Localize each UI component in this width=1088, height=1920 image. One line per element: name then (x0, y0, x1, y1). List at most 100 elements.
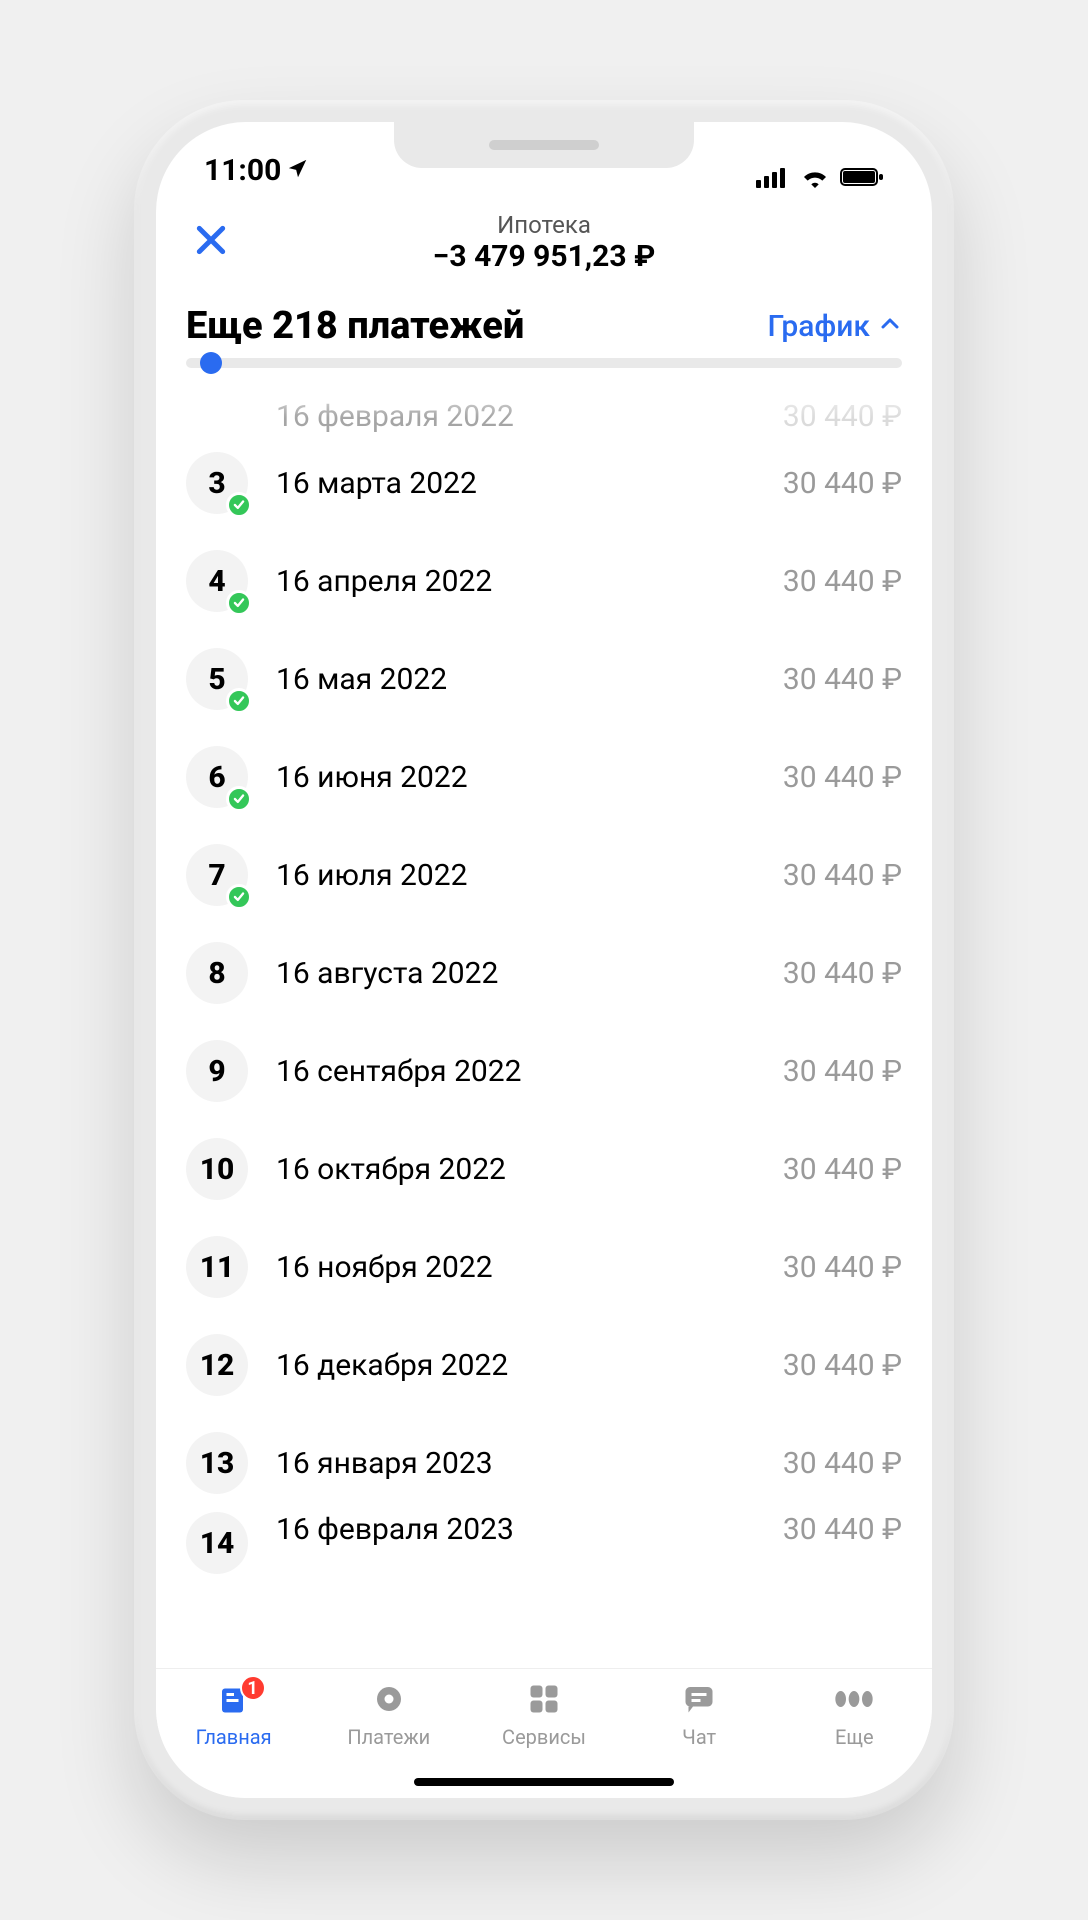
chevron-up-icon (878, 309, 902, 344)
home-indicator[interactable] (414, 1778, 674, 1786)
payment-amount: 30 440 ₽ (783, 1512, 902, 1547)
payment-number-badge: 14 (186, 1512, 248, 1574)
battery-icon (840, 166, 884, 188)
phone-screen: 11:00 (156, 122, 932, 1798)
summary-title: Еще 218 платежей (186, 304, 524, 348)
payment-row[interactable]: 216 февраля 202230 440 ₽ (156, 384, 932, 434)
tab-chat[interactable]: Чат (639, 1679, 759, 1749)
payment-row[interactable]: 11 16 ноября 202230 440 ₽ (156, 1218, 932, 1316)
payment-date: 16 июля 2022 (276, 858, 783, 893)
payment-row[interactable]: 10 16 октября 202230 440 ₽ (156, 1120, 932, 1218)
phone-frame: 11:00 (134, 100, 954, 1820)
payment-date: 16 октября 2022 (276, 1152, 783, 1187)
tab-label: Главная (196, 1725, 272, 1749)
payment-row[interactable]: 8 16 августа 202230 440 ₽ (156, 924, 932, 1022)
payment-row[interactable]: 7 16 июля 202230 440 ₽ (156, 826, 932, 924)
payment-amount: 30 440 ₽ (783, 956, 902, 991)
payment-date: 16 февраля 2023 (276, 1512, 783, 1547)
tab-label: Сервисы (502, 1725, 586, 1749)
progress-bar[interactable] (156, 358, 932, 378)
check-icon (226, 786, 252, 812)
payment-row[interactable]: 4 16 апреля 202230 440 ₽ (156, 532, 932, 630)
payment-row[interactable]: 14 16 февраля 202330 440 ₽ (156, 1512, 932, 1574)
payments-icon (369, 1679, 409, 1719)
location-icon (287, 153, 309, 188)
payment-number-badge: 10 (186, 1138, 248, 1200)
payment-amount: 30 440 ₽ (783, 466, 902, 501)
payment-date: 16 мая 2022 (276, 662, 783, 697)
tab-bar: Главная1ПлатежиСервисыЧатЕще (156, 1668, 932, 1798)
payment-number: 6 (208, 760, 225, 795)
payment-number-badge: 4 (186, 550, 248, 612)
status-bar: 11:00 (156, 122, 932, 192)
payment-number-badge: 9 (186, 1040, 248, 1102)
payment-date: 16 марта 2022 (276, 466, 783, 501)
payment-date: 16 ноября 2022 (276, 1250, 783, 1285)
payment-number-badge: 12 (186, 1334, 248, 1396)
chart-toggle-label: График (768, 309, 871, 344)
payment-amount: 30 440 ₽ (783, 399, 902, 434)
tab-badge: 1 (240, 1675, 266, 1701)
payment-row[interactable]: 916 сентября 202230 440 ₽ (156, 1022, 932, 1120)
close-button[interactable] (186, 217, 236, 267)
header-balance: −3 479 951,23 ₽ (156, 239, 932, 274)
check-icon (226, 688, 252, 714)
status-time: 11:00 (204, 153, 281, 188)
tab-services[interactable]: Сервисы (484, 1679, 604, 1749)
payment-row[interactable]: 12 16 декабря 202230 440 ₽ (156, 1316, 932, 1414)
payment-date: 16 апреля 2022 (276, 564, 783, 599)
nav-header: Ипотека −3 479 951,23 ₽ (156, 192, 932, 292)
wifi-icon (800, 166, 830, 188)
payment-date: 16 сентября 2022 (276, 1054, 783, 1089)
summary-row: Еще 218 платежей График (156, 292, 932, 358)
payment-number-badge: 8 (186, 942, 248, 1004)
payment-amount: 30 440 ₽ (783, 662, 902, 697)
payment-row[interactable]: 5 16 мая 202230 440 ₽ (156, 630, 932, 728)
payment-row[interactable]: 13 16 января 202330 440 ₽ (156, 1414, 932, 1512)
payment-row[interactable]: 3 16 марта 202230 440 ₽ (156, 434, 932, 532)
payment-amount: 30 440 ₽ (783, 858, 902, 893)
payment-number: 11 (200, 1250, 235, 1285)
payment-amount: 30 440 ₽ (783, 1348, 902, 1383)
payment-date: 16 августа 2022 (276, 956, 783, 991)
payment-row[interactable]: 6 16 июня 202230 440 ₽ (156, 728, 932, 826)
payment-number: 7 (208, 858, 225, 893)
payment-list[interactable]: 216 февраля 202230 440 ₽316 марта 202230… (156, 378, 932, 1668)
payment-amount: 30 440 ₽ (783, 1152, 902, 1187)
payment-number: 4 (208, 564, 225, 599)
more-icon (834, 1679, 874, 1719)
header-subtitle: Ипотека (156, 211, 932, 239)
tab-payments[interactable]: Платежи (329, 1679, 449, 1749)
services-icon (524, 1679, 564, 1719)
payment-number: 14 (200, 1526, 235, 1561)
payment-date: 16 февраля 2022 (276, 399, 783, 434)
payment-number-badge: 6 (186, 746, 248, 808)
check-icon (226, 590, 252, 616)
payment-amount: 30 440 ₽ (783, 1446, 902, 1481)
chat-icon (679, 1679, 719, 1719)
payment-number: 13 (200, 1446, 235, 1481)
check-icon (226, 492, 252, 518)
payment-number: 5 (208, 662, 225, 697)
close-icon (191, 220, 231, 264)
payment-number: 12 (200, 1348, 235, 1383)
payment-number-badge: 7 (186, 844, 248, 906)
payment-amount: 30 440 ₽ (783, 1250, 902, 1285)
cellular-icon (756, 166, 790, 188)
payment-date: 16 января 2023 (276, 1446, 783, 1481)
tab-more[interactable]: Еще (794, 1679, 914, 1749)
payment-number: 10 (200, 1152, 235, 1187)
payment-number-badge: 3 (186, 452, 248, 514)
payment-date: 16 декабря 2022 (276, 1348, 783, 1383)
tab-home[interactable]: Главная1 (174, 1679, 294, 1749)
payment-number-badge: 11 (186, 1236, 248, 1298)
payment-amount: 30 440 ₽ (783, 564, 902, 599)
payment-number: 9 (208, 1054, 225, 1089)
payment-number: 3 (208, 466, 225, 501)
payment-number: 8 (208, 956, 225, 991)
payment-number-badge: 13 (186, 1432, 248, 1494)
payment-amount: 30 440 ₽ (783, 760, 902, 795)
payment-date: 16 июня 2022 (276, 760, 783, 795)
tab-label: Еще (835, 1725, 874, 1749)
chart-toggle[interactable]: График (768, 309, 903, 344)
